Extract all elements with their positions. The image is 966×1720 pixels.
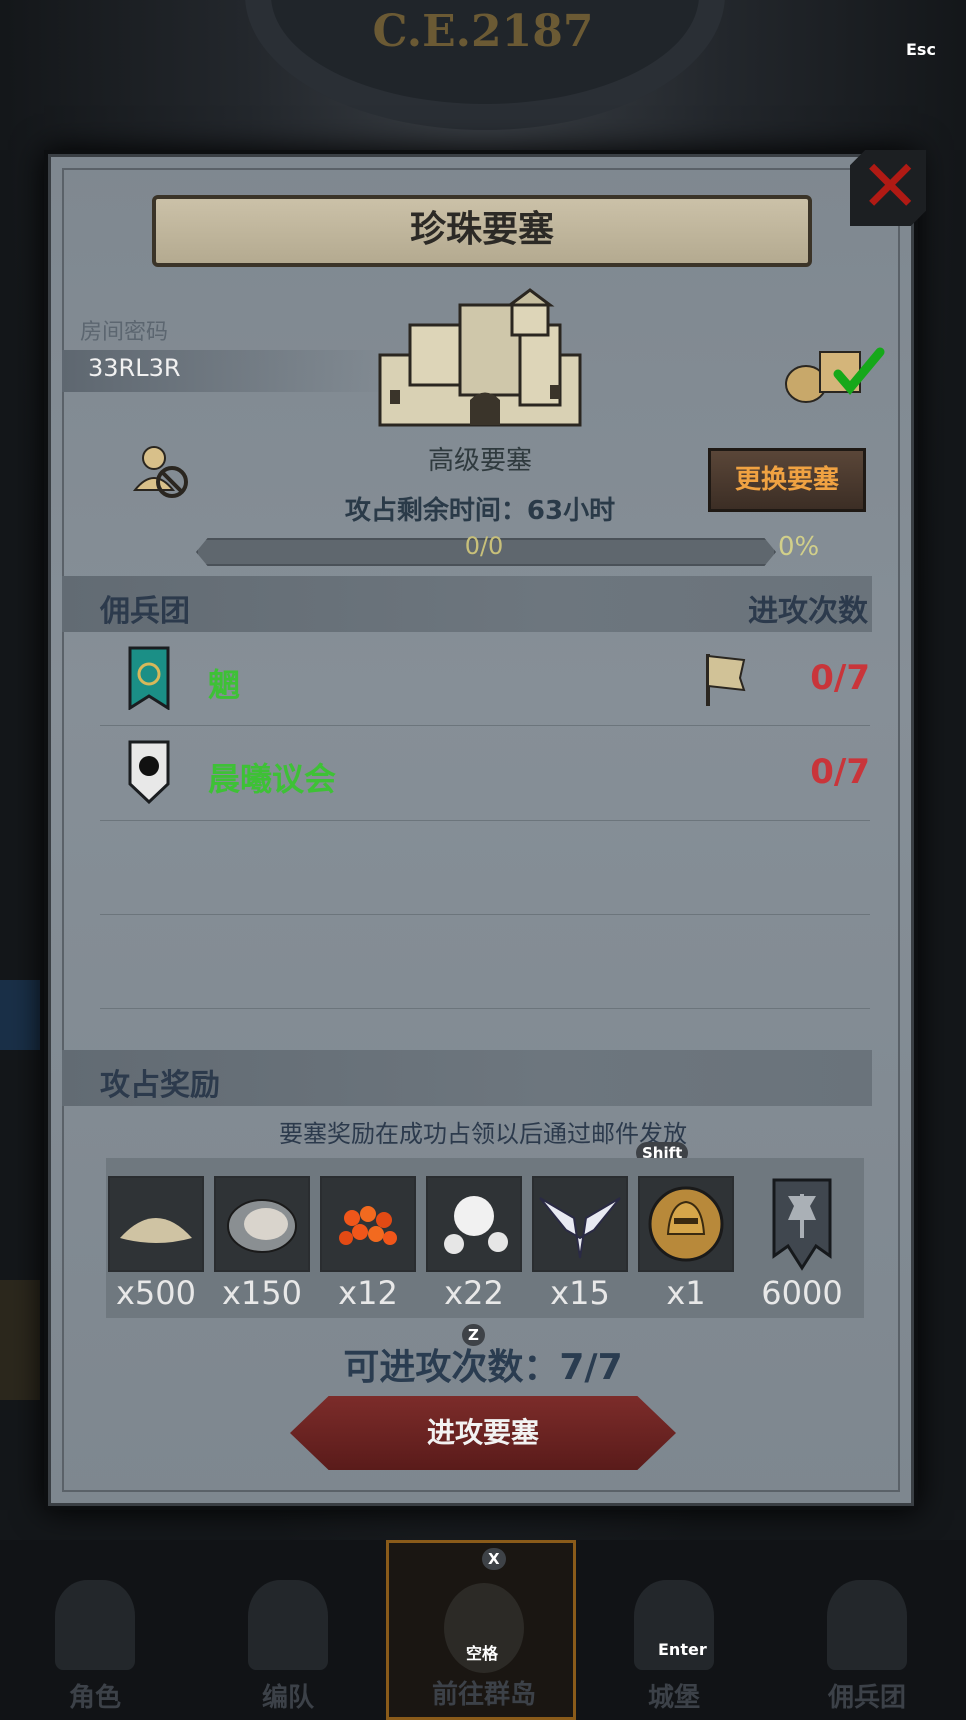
wing-emblem-icon xyxy=(539,1197,621,1259)
guild-name[interactable]: 晨曦议会 xyxy=(208,754,336,800)
reward-item[interactable] xyxy=(532,1176,628,1272)
helmet-coin-icon xyxy=(648,1186,724,1262)
fortress-title: 珍珠要塞 xyxy=(152,195,812,267)
change-fortress-button[interactable]: 更换要塞 xyxy=(708,448,866,512)
reward-item[interactable] xyxy=(426,1176,522,1272)
reward-item[interactable] xyxy=(320,1176,416,1272)
attack-count: 0/7 xyxy=(810,752,870,792)
flag-icon xyxy=(706,654,746,706)
rewards-note: 要塞奖励在成功占领以后通过邮件发放 xyxy=(279,1120,687,1148)
reward-qty: 6000 xyxy=(761,1274,843,1312)
progress-percent: 0% xyxy=(778,532,820,562)
nav-formation[interactable]: 编队 xyxy=(193,1540,383,1720)
pearl-icon xyxy=(444,1196,508,1254)
bottom-nav: 角色 编队 前往群岛 城堡 佣兵团 xyxy=(0,1540,966,1720)
era-label: C.E.2187 xyxy=(372,6,594,57)
nav-character[interactable]: 角色 xyxy=(0,1540,190,1720)
guild-banner-icon xyxy=(128,740,170,804)
nav-islands[interactable]: 前往群岛 xyxy=(386,1540,576,1720)
reward-qty: x150 xyxy=(221,1274,302,1312)
close-button[interactable]: ✕ xyxy=(850,150,926,226)
reward-qty: x500 xyxy=(115,1274,196,1312)
room-code-label: 房间密码 xyxy=(80,320,169,345)
guild-name[interactable]: 魍 xyxy=(208,660,240,706)
mercenary-icon xyxy=(827,1580,907,1670)
knight-icon xyxy=(55,1580,135,1670)
nav-mercenary[interactable]: 佣兵团 xyxy=(772,1540,962,1720)
roe-icon xyxy=(339,1206,397,1245)
castle-icon xyxy=(378,288,582,427)
room-code: 33RL3R xyxy=(88,354,181,382)
castle-tier: 高级要塞 xyxy=(427,446,532,476)
available-attacks: 可进攻次数：7/7 xyxy=(343,1347,623,1388)
no-entry-person-icon[interactable] xyxy=(130,440,192,502)
reward-item[interactable] xyxy=(638,1176,734,1272)
x-key-hint: X xyxy=(482,1548,506,1570)
remaining-time: 攻占剩余时间：63小时 xyxy=(344,496,616,526)
nav-castle[interactable]: 城堡 xyxy=(579,1540,769,1720)
progress-count: 0/0 xyxy=(464,532,504,560)
close-icon: ✕ xyxy=(860,144,921,228)
supplies-check-icon[interactable] xyxy=(782,338,892,406)
reward-item[interactable] xyxy=(214,1176,310,1272)
attack-count: 0/7 xyxy=(810,658,870,698)
reward-qty: x22 xyxy=(444,1274,504,1312)
reward-item[interactable] xyxy=(108,1176,204,1272)
enter-key-hint: Enter xyxy=(658,1640,707,1659)
esc-key-hint: Esc xyxy=(906,40,936,59)
reward-qty: x12 xyxy=(338,1274,398,1312)
side-decoration xyxy=(0,980,40,1050)
reward-item[interactable] xyxy=(770,1176,834,1272)
banner-icon xyxy=(772,1178,832,1271)
attack-fortress-label[interactable]: 进攻要塞 xyxy=(290,1396,676,1470)
attack-count-header: 进攻次数 xyxy=(748,594,868,629)
helmet-icon xyxy=(248,1580,328,1670)
mercenary-header: 佣兵团 xyxy=(100,594,190,629)
reward-qty: x1 xyxy=(666,1274,706,1312)
rewards-header: 攻占奖励 xyxy=(100,1068,220,1103)
sand-icon xyxy=(120,1218,192,1243)
reward-qty: x15 xyxy=(550,1274,610,1312)
space-key-hint: 空格 xyxy=(466,1644,499,1663)
oyster-icon xyxy=(227,1199,297,1253)
guild-banner-icon xyxy=(128,646,170,710)
